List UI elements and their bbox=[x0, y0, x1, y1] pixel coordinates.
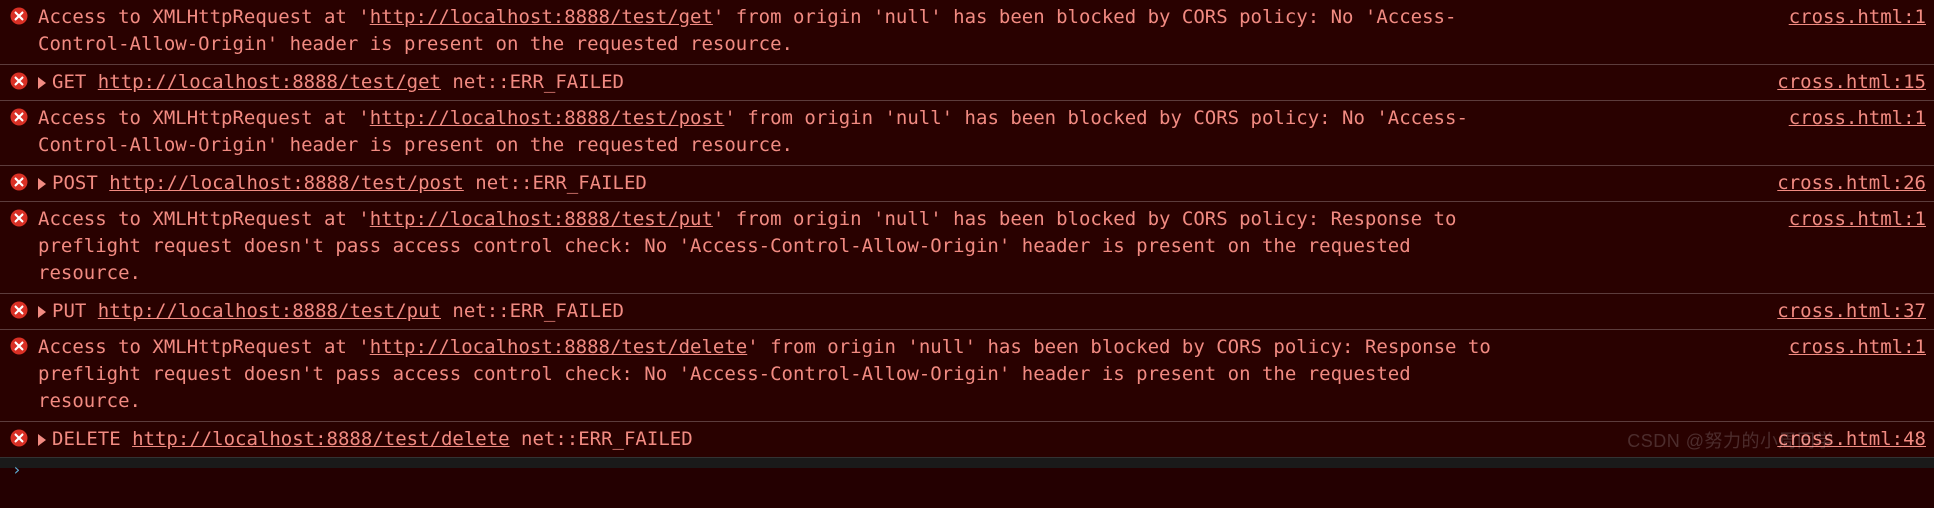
error-message: Access to XMLHttpRequest at 'http://loca… bbox=[38, 206, 1518, 287]
console-error-row[interactable]: cross.html:1 Access to XMLHttpRequest at … bbox=[0, 0, 1934, 64]
error-icon bbox=[10, 429, 28, 447]
error-icon bbox=[10, 337, 28, 355]
request-url[interactable]: http://localhost:8888/test/get bbox=[98, 71, 441, 93]
source-link[interactable]: cross.html:1 bbox=[1789, 334, 1926, 361]
request-url[interactable]: http://localhost:8888/test/put bbox=[98, 300, 441, 322]
console-error-row[interactable]: cross.html:1 Access to XMLHttpRequest at … bbox=[0, 201, 1934, 293]
request-url[interactable]: http://localhost:8888/test/put bbox=[370, 208, 713, 230]
source-link[interactable]: cross.html:1 bbox=[1789, 105, 1926, 132]
console-error-row[interactable]: cross.html:1 Access to XMLHttpRequest at … bbox=[0, 100, 1934, 165]
console-error-row[interactable]: cross.html:15 GET http://localhost:8888/t… bbox=[0, 64, 1934, 100]
console-input-bar[interactable]: › bbox=[0, 457, 1934, 468]
error-message: Access to XMLHttpRequest at 'http://loca… bbox=[38, 105, 1518, 159]
console-error-row[interactable]: cross.html:37 PUT http://localhost:8888/t… bbox=[0, 293, 1934, 329]
console-error-row[interactable]: cross.html:26 POST http://localhost:8888/… bbox=[0, 165, 1934, 201]
http-method: PUT bbox=[52, 300, 86, 322]
http-method: DELETE bbox=[52, 428, 121, 450]
error-icon bbox=[10, 7, 28, 25]
source-link[interactable]: cross.html:26 bbox=[1777, 170, 1926, 197]
error-code: net::ERR_FAILED bbox=[452, 71, 624, 93]
error-code: net::ERR_FAILED bbox=[452, 300, 624, 322]
prompt-chevron-icon: › bbox=[12, 456, 22, 483]
error-icon bbox=[10, 301, 28, 319]
error-code: net::ERR_FAILED bbox=[475, 172, 647, 194]
request-url[interactable]: http://localhost:8888/test/delete bbox=[370, 336, 748, 358]
error-message: Access to XMLHttpRequest at 'http://loca… bbox=[38, 4, 1518, 58]
disclosure-triangle-icon[interactable] bbox=[38, 77, 46, 89]
request-url[interactable]: http://localhost:8888/test/post bbox=[109, 172, 464, 194]
error-icon bbox=[10, 108, 28, 126]
disclosure-triangle-icon[interactable] bbox=[38, 178, 46, 190]
request-url[interactable]: http://localhost:8888/test/delete bbox=[132, 428, 510, 450]
error-icon bbox=[10, 209, 28, 227]
source-link[interactable]: cross.html:1 bbox=[1789, 4, 1926, 31]
http-method: GET bbox=[52, 71, 86, 93]
error-icon bbox=[10, 173, 28, 191]
disclosure-triangle-icon[interactable] bbox=[38, 306, 46, 318]
console-panel: cross.html:1 Access to XMLHttpRequest at … bbox=[0, 0, 1934, 457]
source-link[interactable]: cross.html:48 bbox=[1777, 426, 1926, 453]
source-link[interactable]: cross.html:15 bbox=[1777, 69, 1926, 96]
request-url[interactable]: http://localhost:8888/test/get bbox=[370, 6, 713, 28]
request-url[interactable]: http://localhost:8888/test/post bbox=[370, 107, 725, 129]
console-error-row[interactable]: cross.html:48 DELETE http://localhost:888… bbox=[0, 421, 1934, 457]
error-code: net::ERR_FAILED bbox=[521, 428, 693, 450]
source-link[interactable]: cross.html:37 bbox=[1777, 298, 1926, 325]
error-icon bbox=[10, 72, 28, 90]
source-link[interactable]: cross.html:1 bbox=[1789, 206, 1926, 233]
error-message: Access to XMLHttpRequest at 'http://loca… bbox=[38, 334, 1518, 415]
console-error-row[interactable]: cross.html:1 Access to XMLHttpRequest at … bbox=[0, 329, 1934, 421]
http-method: POST bbox=[52, 172, 98, 194]
disclosure-triangle-icon[interactable] bbox=[38, 434, 46, 446]
